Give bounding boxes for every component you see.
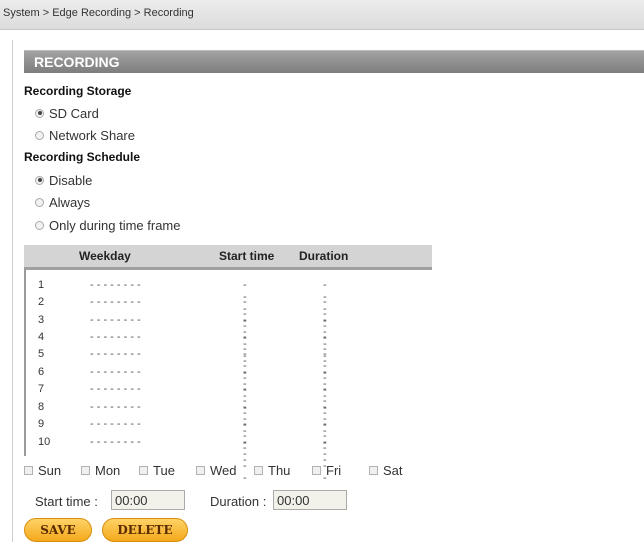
checkbox-icon <box>312 466 321 475</box>
row-number: 5 <box>38 348 45 360</box>
radio-label: SD Card <box>49 105 99 121</box>
row-number: 10 <box>38 436 51 448</box>
row-weekday: - - - - - - - - <box>90 331 141 343</box>
row-weekday: - - - - - - - - <box>90 314 141 326</box>
section-header: RECORDING <box>24 50 644 73</box>
duration-input[interactable] <box>273 490 347 510</box>
row-weekday: - - - - - - - - <box>90 296 141 308</box>
column-header-start-time: Start time <box>219 249 275 263</box>
checkbox-label: Thu <box>268 463 291 478</box>
duration-label: Duration : <box>210 494 267 509</box>
checkbox-tue[interactable]: Tue <box>139 463 175 478</box>
row-weekday: - - - - - - - - <box>90 366 141 378</box>
breadcrumb-bar: System > Edge Recording > Recording <box>0 0 644 30</box>
row-weekday: - - - - - - - - <box>90 348 141 360</box>
checkbox-thu[interactable]: Thu <box>254 463 290 478</box>
save-button[interactable]: SAVE <box>24 518 92 542</box>
checkbox-label: Sun <box>38 463 62 478</box>
checkbox-icon <box>254 466 263 475</box>
storage-network-share-radio[interactable]: Network Share <box>35 127 135 143</box>
checkbox-fri[interactable]: Fri <box>312 463 341 478</box>
radio-label: Disable <box>49 172 93 188</box>
breadcrumb: System > Edge Recording > Recording <box>3 7 194 19</box>
checkbox-label: Mon <box>95 463 121 478</box>
schedule-table-header: Weekday Start time Duration <box>24 245 432 267</box>
checkbox-sat[interactable]: Sat <box>369 463 403 478</box>
checkbox-icon <box>196 466 205 475</box>
row-number: 7 <box>38 383 45 395</box>
row-weekday: - - - - - - - - <box>90 401 141 413</box>
schedule-always-radio[interactable]: Always <box>35 194 90 210</box>
recording-schedule-label: Recording Schedule <box>24 150 141 164</box>
schedule-disable-radio[interactable]: Disable <box>35 172 92 188</box>
radio-label: Only during time frame <box>49 217 181 233</box>
row-weekday: - - - - - - - - <box>90 418 141 430</box>
schedule-table: 1 - - - - - - - - ---- ---- 2 - - - - - … <box>24 267 432 484</box>
row-number: 6 <box>38 366 45 378</box>
checkbox-label: Wed <box>210 463 237 478</box>
checkbox-label: Tue <box>153 463 175 478</box>
checkbox-label: Sat <box>383 463 403 478</box>
start-time-label: Start time : <box>35 494 98 509</box>
checkbox-icon <box>81 466 90 475</box>
row-number: 1 <box>38 279 45 291</box>
column-header-weekday: Weekday <box>79 249 131 263</box>
row-number: 8 <box>38 401 45 413</box>
checkbox-label: Fri <box>326 463 342 478</box>
row-number: 4 <box>38 331 45 343</box>
radio-selected-icon <box>35 175 44 185</box>
row-number: 3 <box>38 314 45 326</box>
weekday-checkboxes: Sun Mon Tue Wed Thu Fri Sat <box>24 463 444 479</box>
row-weekday: - - - - - - - - <box>90 436 141 448</box>
page-title: RECORDING <box>34 54 120 70</box>
row-number: 2 <box>38 296 45 308</box>
start-time-input[interactable] <box>111 490 185 510</box>
recording-storage-label: Recording Storage <box>24 84 132 98</box>
row-weekday: - - - - - - - - <box>90 279 141 291</box>
row-weekday: - - - - - - - - <box>90 383 141 395</box>
radio-unselected-icon <box>35 197 44 207</box>
checkbox-sun[interactable]: Sun <box>24 463 61 478</box>
row-number: 9 <box>38 418 45 430</box>
delete-button[interactable]: DELETE <box>102 518 188 542</box>
storage-sd-card-radio[interactable]: SD Card <box>35 105 99 121</box>
checkbox-icon <box>139 466 148 475</box>
radio-unselected-icon <box>35 130 44 140</box>
radio-label: Network Share <box>49 127 135 143</box>
radio-unselected-icon <box>35 220 44 230</box>
column-header-duration: Duration <box>299 249 349 263</box>
checkbox-wed[interactable]: Wed <box>196 463 237 478</box>
checkbox-icon <box>24 466 33 475</box>
radio-label: Always <box>49 194 91 210</box>
checkbox-mon[interactable]: Mon <box>81 463 120 478</box>
checkbox-icon <box>369 466 378 475</box>
panel-divider <box>12 40 13 542</box>
schedule-time-frame-radio[interactable]: Only during time frame <box>35 217 181 233</box>
radio-selected-icon <box>35 108 44 118</box>
